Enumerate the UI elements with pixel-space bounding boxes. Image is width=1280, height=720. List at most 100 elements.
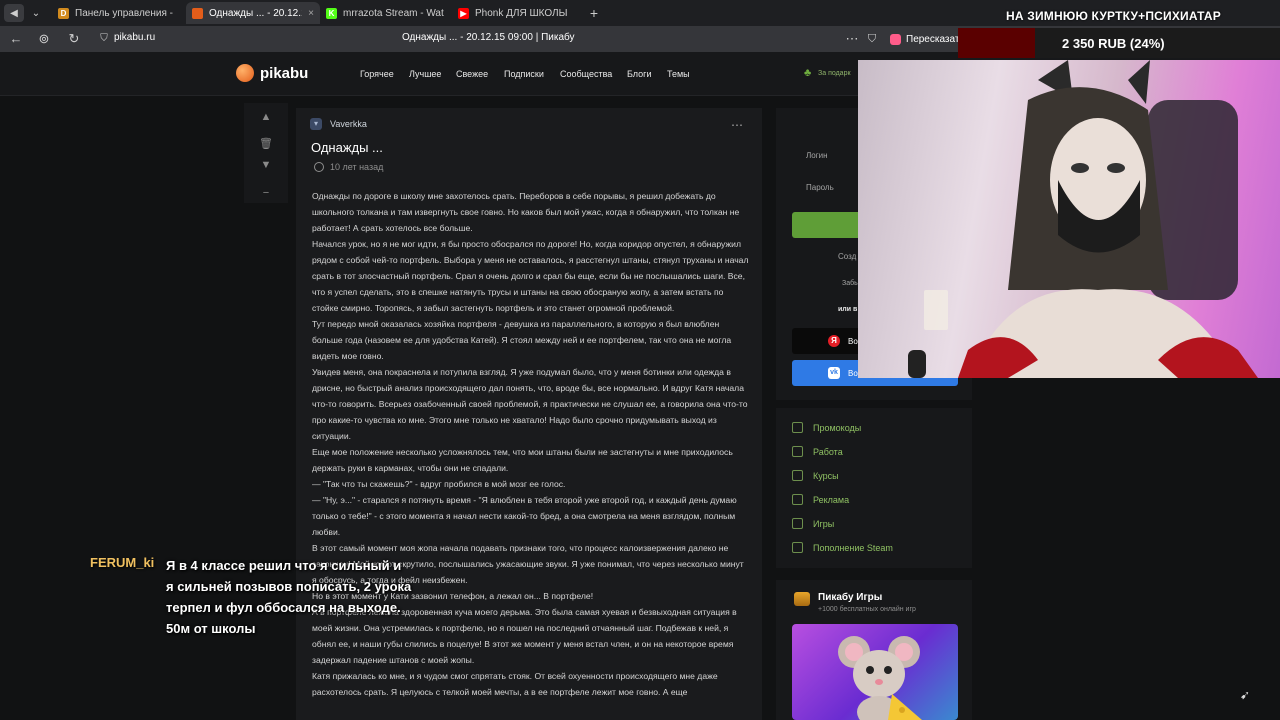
gift-icon: ♣ (804, 67, 812, 79)
reload-icon[interactable]: ↻ (66, 31, 82, 47)
link-steam-topup[interactable]: Пополнение Steam (792, 542, 893, 553)
browser-tab[interactable]: Однажды ... - 20.12.15 0 × (186, 2, 320, 24)
link-label: Работа (813, 446, 843, 457)
games-banner-image[interactable] (792, 624, 958, 720)
tag-icon (792, 422, 803, 433)
tab-label: Phonk ДЛЯ ШКОЛЫ (475, 7, 568, 19)
nav-subscriptions[interactable]: Подписки (504, 69, 544, 79)
tab-label: Однажды ... - 20.12.15 0 (209, 7, 302, 19)
vote-panel: ▲ 🗑 ▼ − (244, 103, 288, 203)
link-label: Игры (813, 518, 835, 529)
collapse-icon[interactable]: − (244, 187, 288, 199)
games-panel: Пикабу Игры +1000 бесплатных онлайн игр (776, 580, 972, 720)
upvote-icon[interactable]: ▲ (244, 111, 288, 123)
tab-list-chevron-icon[interactable]: ⌄ (26, 4, 46, 22)
link-courses[interactable]: Курсы (792, 470, 839, 481)
mouse-with-cheese-illustration (838, 636, 922, 720)
games-subtitle: +1000 бесплатных онлайн игр (818, 606, 916, 613)
login-field[interactable]: Логин (806, 151, 828, 160)
retell-label: Пересказат (906, 33, 960, 45)
auth-label: За подарк (818, 69, 851, 77)
browser-tab[interactable]: D Панель управления - Dor (52, 2, 182, 24)
wallet-icon (792, 542, 803, 553)
password-field[interactable]: Пароль (806, 183, 834, 192)
tab-close-icon[interactable]: × (308, 8, 314, 19)
post-paragraph: Тут передо мной оказалась хозяйка портфе… (312, 319, 732, 361)
link-jobs[interactable]: Работа (792, 446, 843, 457)
chat-username: FERUM_ki (90, 555, 155, 570)
post-time-text: 10 лет назад (330, 162, 384, 172)
browser-tab[interactable]: ▶ Phonk ДЛЯ ШКОЛЫ (452, 2, 578, 24)
gamepad-icon (792, 518, 803, 529)
games-title[interactable]: Пикабу Игры (818, 592, 882, 603)
post-paragraph: — "Так что ты скажешь?" - вдруг пробился… (312, 479, 566, 489)
nav-fresh[interactable]: Свежее (456, 69, 488, 79)
site-info-icon[interactable]: ⛉ (96, 31, 112, 47)
streamer-webcam-image (908, 60, 1258, 378)
vk-icon: vk (828, 367, 840, 379)
chat-message: Я в 4 классе решил что я сильный и я сил… (166, 558, 412, 636)
briefcase-icon (792, 446, 803, 457)
link-promocodes[interactable]: Промокоды (792, 422, 861, 433)
post-author[interactable]: ▾ Vaverkka (310, 118, 367, 130)
clock-icon (314, 162, 324, 172)
post-paragraph: Начался урок, но я не мог идти, я бы про… (312, 239, 749, 313)
nav-hot[interactable]: Горячее (360, 69, 394, 79)
nav-best[interactable]: Лучшее (409, 69, 441, 79)
forgot-password-link[interactable]: Забы (842, 280, 859, 287)
donation-goal-title: НА ЗИМНЮЮ КУРТКУ+ПСИХИАТАР (1006, 9, 1221, 23)
tab-favicon-icon (192, 7, 203, 19)
home-icon[interactable]: ⊚ (36, 31, 52, 47)
trash-icon[interactable]: 🗑 (244, 137, 288, 150)
logo-text: pikabu (260, 64, 309, 82)
graduation-cap-icon (792, 470, 803, 481)
treasure-chest-icon (794, 592, 810, 606)
post-paragraph: Катя прижалась ко мне, и я чудом смог сп… (312, 671, 718, 697)
donation-progress-fill (958, 28, 1036, 58)
gift-auth-link[interactable]: ♣ За подарк (804, 66, 851, 80)
bookmark-icon[interactable]: ⛉ (864, 31, 880, 47)
url-field[interactable]: pikabu.ru (114, 32, 155, 43)
post-paragraph: — "Ну, э..." - старался я потянуть время… (312, 495, 737, 537)
link-ads[interactable]: Реклама (792, 494, 849, 505)
link-label: Реклама (813, 494, 850, 505)
links-panel: Промокоды Работа Курсы Реклама Игры Попо… (776, 408, 972, 568)
back-icon[interactable]: ← (8, 31, 24, 47)
post-time: 10 лет назад (314, 162, 383, 172)
post-title[interactable]: Однажды ... (311, 140, 383, 155)
post-menu-icon[interactable]: ⋯ (731, 118, 744, 132)
link-label: Промокоды (813, 422, 862, 433)
post-paragraph: Еще мое положение несколько усложнялось … (312, 447, 733, 473)
yandex-icon: Я (828, 335, 840, 347)
browser-tab[interactable]: Kmrrazota Stream - Watch l (320, 2, 450, 24)
more-icon[interactable]: ⋯ (844, 31, 860, 47)
create-account-link[interactable]: Созд (838, 252, 856, 261)
link-label: Курсы (813, 470, 839, 481)
workspace-icon[interactable]: ◀ (4, 4, 24, 22)
post-paragraph: Однажды по дороге в школу мне захотелось… (312, 191, 740, 233)
nav-topics[interactable]: Темы (667, 69, 690, 79)
retell-icon (890, 33, 901, 45)
vk-login-label: Во (848, 368, 858, 378)
screen: ◀ ⌄ D Панель управления - Dor Однажды ... … (0, 0, 1280, 720)
author-avatar: ▾ (310, 118, 322, 130)
cursor-icon: ➹ (1240, 688, 1251, 702)
link-games[interactable]: Игры (792, 518, 834, 529)
page-title-text: Однажды ... - 20.12.15 09:00 | Пикабу (402, 32, 575, 43)
tab-favicon-icon: ▶ (458, 7, 469, 19)
tab-label: Панель управления - Dor (75, 7, 176, 19)
new-tab-button[interactable]: + (586, 5, 602, 21)
link-label: Пополнение Steam (813, 542, 893, 553)
downvote-icon[interactable]: ▼ (244, 159, 288, 171)
retell-button[interactable]: Пересказат (890, 30, 959, 48)
or-label: или в (838, 306, 858, 313)
donation-amount: 2 350 RUB (24%) (1062, 36, 1165, 51)
nav-blogs[interactable]: Блоги (627, 69, 651, 79)
pikabu-ball-icon (236, 64, 254, 82)
pikabu-logo[interactable]: pikabu (236, 64, 308, 82)
webcam-overlay (858, 60, 1280, 378)
author-name[interactable]: Vaverkka (330, 119, 367, 129)
post-paragraph: Увидев меня, она покраснела и потупила в… (312, 367, 748, 441)
nav-communities[interactable]: Сообщества (560, 69, 612, 79)
tab-favicon-icon: D (58, 7, 69, 19)
